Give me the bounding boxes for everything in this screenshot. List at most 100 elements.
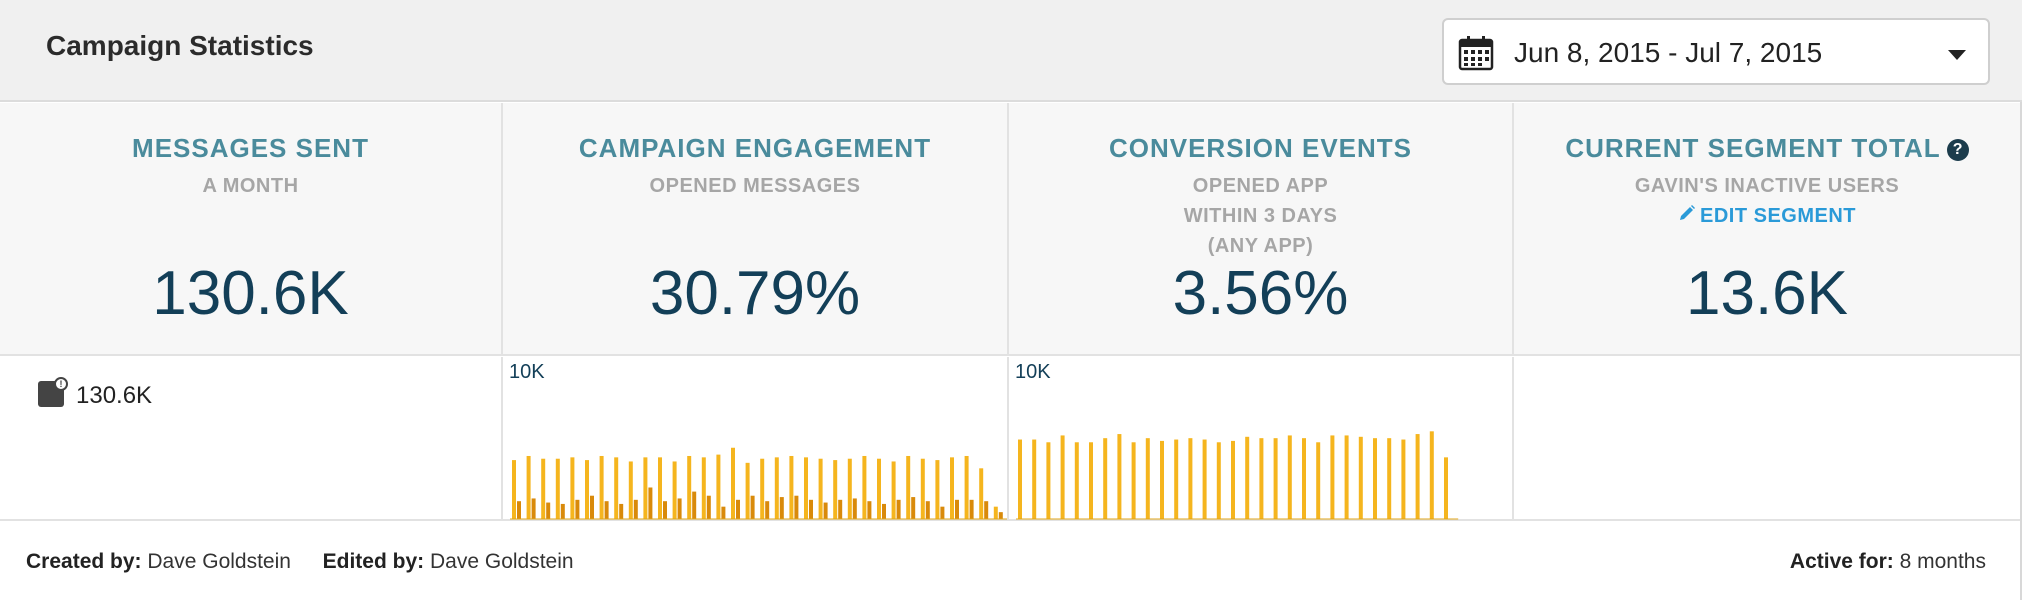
chart-bar [896,499,901,519]
chart-bar [998,512,1003,519]
chart-bar [950,457,954,519]
chart-bar [604,501,609,519]
stat-value: 130.6K [152,259,349,328]
chart-bar [906,455,911,519]
chart-bar [619,503,624,519]
chevron-down-icon [1948,50,1966,60]
stat-title: CAMPAIGN ENGAGEMENT [578,133,932,163]
chart-bar [823,502,828,519]
stat-current-segment-total: CURRENT SEGMENT TOTAL? GAVIN'S INACTIVE … [1514,103,2020,356]
chart-bar [1259,438,1264,519]
panel-header: Campaign Statistics Jun 8, 2015 - Jul 7,… [0,0,2022,102]
chart-bar [765,501,770,519]
chart-bar [1174,439,1179,519]
stat-subtitle-line: A MONTH [202,175,299,197]
edit-segment-link[interactable]: EDIT SEGMENT [1514,201,2020,231]
chart-bar [979,468,984,519]
chart-bar [760,458,765,519]
chart-bar [1330,435,1335,519]
chart-bar [935,460,940,519]
chart-bar [955,499,959,519]
chart-bar [964,455,969,519]
chart-bar [1401,439,1406,519]
stat-subtitle-line: (ANY APP) [1207,235,1314,257]
chart-bar [1444,457,1448,519]
campaign-statistics-panel: Campaign Statistics Jun 8, 2015 - Jul 7,… [0,0,2022,600]
chart-bar [1145,438,1150,519]
chart-bar [852,498,857,519]
chart-bar [585,460,589,519]
chart-bar [911,497,916,519]
chart-bar [789,455,794,519]
stat-subtitle-line: OPENED APP [1192,175,1329,197]
charts-row: ! 130.6K 10K 10K [0,357,2020,521]
chart-bar [877,458,881,519]
help-icon[interactable]: ? [1946,139,1969,161]
chart-bar [1316,442,1321,519]
panel-title: Campaign Statistics [46,30,314,61]
chart-bar [1231,440,1235,519]
chart-bar [1302,438,1306,519]
chart-bar [1018,439,1022,519]
chart-bar [1046,442,1051,519]
chart-bar [1245,436,1250,519]
stat-value: 30.79% [649,259,861,328]
chart-bar [920,458,925,519]
stat-title: MESSAGES SENT [132,133,369,163]
edit-segment-label: EDIT SEGMENT [1699,205,1856,227]
sent-summary-value: 130.6K [76,382,153,409]
chart-bar [833,460,838,519]
chart-bar [794,495,799,519]
stat-campaign-engagement: CAMPAIGN ENGAGEMENT OPENED MESSAGES 30.7… [503,103,1009,356]
chart-bar [818,458,823,519]
chart-bar [1287,435,1292,519]
stat-value: 3.56% [1172,259,1349,328]
chart-bar [969,499,974,519]
stat-subtitle: OPENED APP WITHIN 3 DAYS (ANY APP) [1009,171,1512,261]
date-range-picker[interactable]: Jun 8, 2015 - Jul 7, 2015 [1442,18,1990,85]
calendar-icon [1458,36,1494,71]
chart-bar [1103,438,1108,519]
chart-bar [590,495,594,519]
chart-bar [716,454,721,519]
chart-bar [560,503,565,519]
stat-value: 13.6K [1685,259,1849,328]
chart-bar [633,499,638,519]
stat-title: CURRENT SEGMENT TOTAL? [1514,133,2020,164]
engagement-chart-svg [510,447,1007,520]
stat-subtitle: A MONTH [0,171,501,201]
chart-bar [1358,436,1363,519]
chart-bar [706,495,711,519]
created-by-label: Created by: [26,550,142,573]
chart-bar [838,499,843,519]
messages-sent-summary: ! 130.6K [0,357,503,521]
chart-bar [993,506,998,519]
edited-by-label: Edited by: [322,550,425,573]
chart-bar [809,499,813,519]
date-range-text: Jun 8, 2015 - Jul 7, 2015 [1514,37,1823,68]
segment-chart-empty [1514,357,2020,521]
chart-bar [517,501,521,519]
chart-bar [546,502,551,519]
stat-subtitle-line: GAVIN'S INACTIVE USERS [1634,175,1900,197]
chart-bar [531,498,536,519]
created-by-value: Dave Goldstein [147,550,291,573]
chart-bar [672,461,677,519]
stat-subtitle-line: WITHIN 3 DAYS [1183,205,1338,227]
footer-active-for: Active for: 8 months [1790,550,1986,574]
chart-bar [1188,438,1193,519]
engagement-chart: 10K [503,357,1009,521]
chart-bar [677,498,682,519]
chart-bar [721,506,726,519]
chart-bar [847,458,852,519]
chart-bar [1117,434,1122,519]
footer-authors: Created by: Dave Goldstein Edited by: Da… [26,550,574,574]
stat-title: CONVERSION EVENTS [1108,133,1413,163]
chart-bar [862,455,867,519]
stat-conversion-events: CONVERSION EVENTS OPENED APP WITHIN 3 DA… [1009,103,1514,356]
stat-subtitle: GAVIN'S INACTIVE USERS EDIT SEGMENT [1514,171,2020,231]
chart-bar [648,487,653,519]
chart-bar [774,457,779,519]
chart-bar [663,501,667,519]
chart-bar [1032,439,1037,519]
